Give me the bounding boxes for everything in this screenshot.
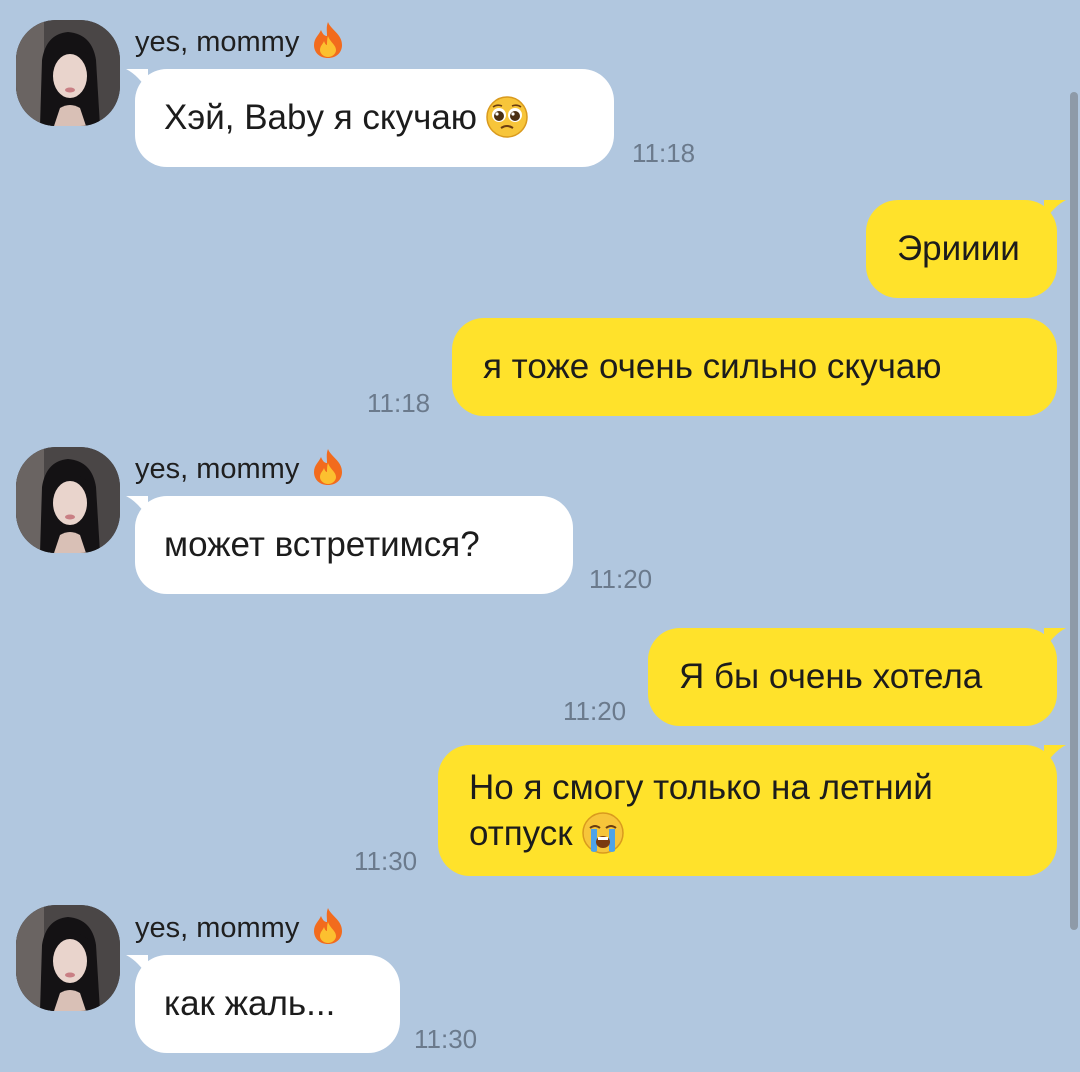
message-text: Хэй, Baby я скучаю [164,98,478,137]
outgoing-message-bubble[interactable]: я тоже очень сильно скучаю [452,318,1057,416]
message-timestamp: 11:20 [589,564,653,594]
message-timestamp: 11:30 [354,846,418,876]
sender-avatar[interactable] [16,905,120,1011]
outgoing-message-bubble[interactable]: Но я смогу только на летний отпуск [438,745,1066,876]
message-text: может встретимся? [164,525,480,564]
sender-avatar[interactable] [16,20,120,126]
message-timestamp: 11:20 [563,696,627,726]
incoming-message-bubble[interactable]: Хэй, Baby я скучаю [126,69,614,167]
scrollbar[interactable] [1070,92,1078,930]
fire-icon [311,448,345,486]
incoming-message-bubble[interactable]: как жаль... [126,955,400,1053]
message-timestamp: 11:18 [632,138,696,168]
loudly-crying-face-emoji [581,811,625,855]
outgoing-message-bubble[interactable]: Эрииии [866,200,1066,298]
pleading-face-emoji [485,95,529,139]
fire-icon [311,907,345,945]
message-timestamp: 11:18 [367,388,431,418]
message-text-line: Но я смогу только на летний [469,768,933,807]
sender-name: yes, mommy [135,22,345,62]
sender-name: yes, mommy [135,449,345,489]
sender-avatar[interactable] [16,447,120,553]
incoming-message-bubble[interactable]: может встретимся? [126,496,573,594]
fire-icon [311,21,345,59]
message-text-line: отпуск [469,814,573,853]
message-text: Эрииии [897,229,1020,268]
chat-message-list[interactable]: yes, mommy Хэй, Baby я скучаю 11:18 Эрии… [0,0,1080,1072]
message-text: я тоже очень сильно скучаю [483,347,942,386]
message-text: как жаль... [164,984,336,1023]
sender-name: yes, mommy [135,908,345,948]
outgoing-message-bubble[interactable]: Я бы очень хотела [648,628,1066,726]
message-text: Я бы очень хотела [679,657,983,696]
message-timestamp: 11:30 [414,1024,478,1054]
